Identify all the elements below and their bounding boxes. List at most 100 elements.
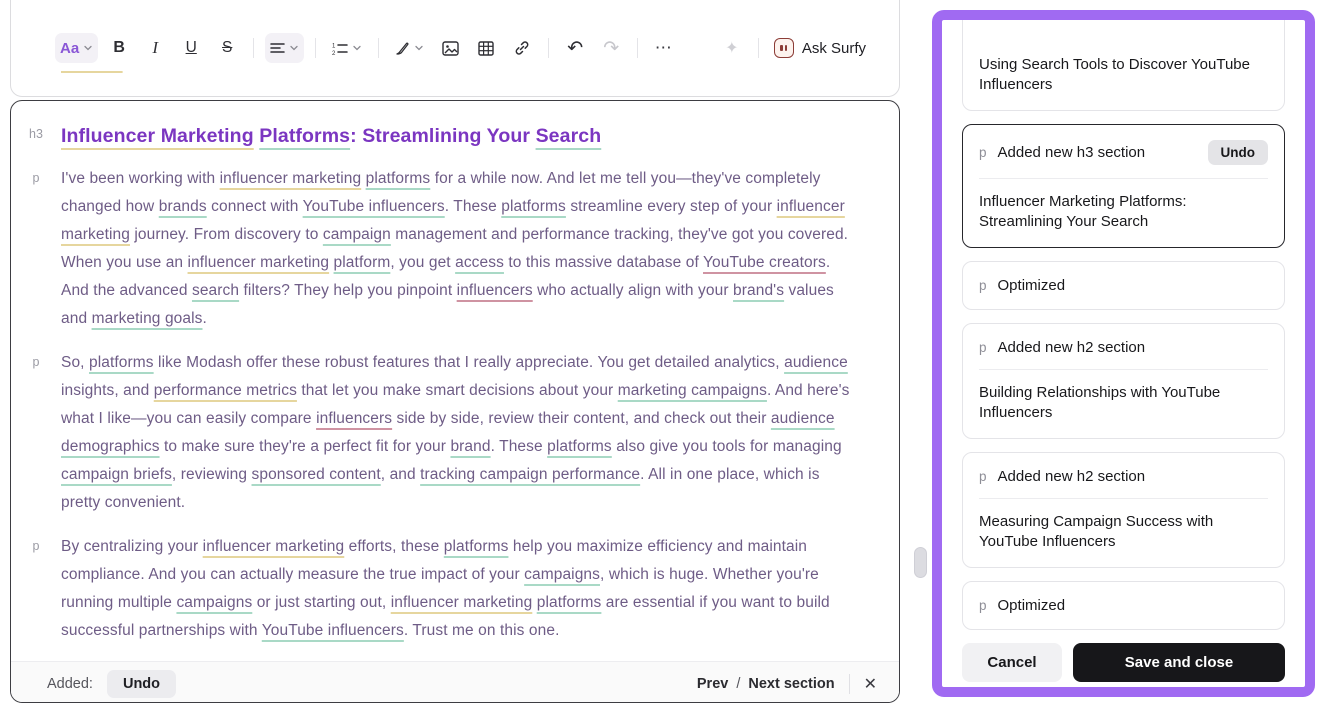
block-type-marker: p xyxy=(11,533,61,553)
editor-block-p[interactable]: pBy centralizing your influencer marketi… xyxy=(11,533,871,661)
panel-resize-handle[interactable] xyxy=(914,547,927,578)
change-card-body: Measuring Campaign Success with YouTube … xyxy=(979,512,1268,552)
change-card-selected[interactable]: pAdded new h3 sectionUndoInfluencer Mark… xyxy=(962,124,1285,248)
editor-block-p[interactable]: pI've been working with influencer marke… xyxy=(11,165,871,349)
highlight-pen-dropdown[interactable] xyxy=(390,33,429,63)
text-span: efforts, these xyxy=(344,538,444,555)
next-section-button[interactable]: Next section xyxy=(748,676,834,692)
block-type-marker: p xyxy=(979,340,987,355)
keyword-span: Platforms xyxy=(259,125,350,147)
keyword-span: YouTube influencers xyxy=(262,622,404,639)
text-style-dropdown[interactable]: Aa xyxy=(55,33,98,63)
text-span: So, xyxy=(61,354,89,371)
change-card-body: Influencer Marketing Platforms: Streamli… xyxy=(979,192,1268,232)
change-card[interactable]: p Optimized xyxy=(962,261,1285,310)
change-card-header: p Optimized xyxy=(979,597,1268,614)
italic-button[interactable]: I xyxy=(140,33,170,63)
text-span: insights, and xyxy=(61,382,154,399)
current-section-box: h3Influencer Marketing Platforms: Stream… xyxy=(10,100,900,703)
paragraph-text[interactable]: I've been working with influencer market… xyxy=(61,165,861,333)
undo-section-button[interactable]: Undo xyxy=(107,670,176,698)
ask-surfy-label: Ask Surfy xyxy=(802,40,866,57)
ask-surfy-button[interactable]: Ask Surfy xyxy=(770,38,870,58)
redo-button[interactable]: ↷ xyxy=(596,33,626,63)
keyword-span: campaigns xyxy=(524,566,600,583)
keyword-span: Influencer Marketing xyxy=(61,125,254,147)
change-description: Optimized xyxy=(998,277,1066,294)
ai-sparkle-button[interactable]: ✦ xyxy=(717,33,747,63)
text-span: , you get xyxy=(390,254,455,271)
link-icon xyxy=(514,40,530,56)
keyword-span: platforms xyxy=(501,198,566,215)
keyword-span: YouTube influencers xyxy=(303,198,445,215)
list-dropdown[interactable]: 12 xyxy=(327,33,367,63)
change-card-body: Building Relationships with YouTube Infl… xyxy=(979,383,1268,423)
keyword-span: campaign xyxy=(323,226,391,243)
block-type-marker: p xyxy=(979,598,987,613)
text-span: or just starting out, xyxy=(252,594,390,611)
alignment-dropdown[interactable] xyxy=(265,33,304,63)
keyword-span: brands xyxy=(159,198,207,215)
bold-button[interactable]: B xyxy=(104,33,134,63)
text-span: By centralizing your xyxy=(61,538,203,555)
change-card[interactable]: Using Search Tools to Discover YouTube I… xyxy=(962,20,1285,111)
paragraph-text[interactable]: So, platforms like Modash offer these ro… xyxy=(61,349,861,517)
insert-table-button[interactable] xyxy=(471,33,501,63)
keyword-span: campaign briefs xyxy=(61,466,172,483)
insert-image-button[interactable] xyxy=(435,33,465,63)
change-card[interactable]: pAdded new h2 section Measuring Campaign … xyxy=(962,452,1285,568)
change-card-header: pAdded new h3 sectionUndo xyxy=(979,140,1268,165)
block-type-marker: p xyxy=(979,278,987,293)
toolbar-divider xyxy=(315,38,316,58)
section-heading[interactable]: Influencer Marketing Platforms: Streamli… xyxy=(61,121,861,151)
change-card[interactable]: p Optimized xyxy=(962,581,1285,630)
text-span: , reviewing xyxy=(172,466,252,483)
strikethrough-button[interactable]: S xyxy=(212,33,242,63)
keyword-span: sponsored content xyxy=(252,466,381,483)
editor-block-p[interactable]: pSo, platforms like Modash offer these r… xyxy=(11,349,871,533)
keyword-span: platform xyxy=(334,254,391,271)
cancel-button[interactable]: Cancel xyxy=(962,643,1062,682)
undo-button[interactable]: ↶ xyxy=(560,33,590,63)
image-icon xyxy=(442,41,459,56)
toolbar-divider xyxy=(758,38,759,58)
toolbar-divider xyxy=(548,38,549,58)
more-options-button[interactable]: ⋯ xyxy=(649,33,679,63)
panel-actions: Cancel Save and close xyxy=(962,643,1285,682)
text-span: streamline every step of your xyxy=(566,198,777,215)
editor-block-h3[interactable]: h3Influencer Marketing Platforms: Stream… xyxy=(11,121,871,165)
text-span: . xyxy=(203,310,207,327)
undo-change-button[interactable]: Undo xyxy=(1208,140,1269,165)
underline-button[interactable]: U xyxy=(176,33,206,63)
text-span: . These xyxy=(445,198,502,215)
block-type-marker: p xyxy=(11,165,61,185)
change-card-header: pAdded new h2 section xyxy=(979,468,1268,485)
change-description: Added new h3 section xyxy=(998,144,1146,161)
keyword-span: tracking campaign performance xyxy=(420,466,640,483)
save-and-close-button[interactable]: Save and close xyxy=(1073,643,1285,682)
formatting-toolbar: Aa B I U S 12 ↶ ↷ xyxy=(55,28,870,68)
chevron-down-icon xyxy=(83,43,93,53)
prev-section-button[interactable]: Prev xyxy=(697,676,728,692)
added-label: Added: xyxy=(47,676,93,692)
change-description: Added new h2 section xyxy=(998,468,1146,485)
keyword-span: search xyxy=(192,282,239,299)
paragraph-text[interactable]: By centralizing your influencer marketin… xyxy=(61,533,861,645)
change-card[interactable]: pAdded new h2 sectionBuilding Relationsh… xyxy=(962,323,1285,439)
text-span: that let you make smart decisions about … xyxy=(297,382,618,399)
keyword-span: campaigns xyxy=(176,594,252,611)
insert-link-button[interactable] xyxy=(507,33,537,63)
card-divider xyxy=(979,369,1268,370)
text-span: to this massive database of xyxy=(504,254,703,271)
change-description: Optimized xyxy=(998,597,1066,614)
text-span: also give you tools for managing xyxy=(612,438,842,455)
footer-divider xyxy=(849,674,850,694)
keyword-span: Search xyxy=(536,125,602,147)
text-span: . These xyxy=(491,438,548,455)
svg-text:2: 2 xyxy=(332,51,336,55)
keyword-span: influencers xyxy=(457,282,533,299)
text-span: , and xyxy=(381,466,420,483)
section-review-bar: Added: Undo Prev / Next section ✕ xyxy=(11,661,899,703)
keyword-span: platforms xyxy=(537,594,602,611)
close-icon[interactable]: ✕ xyxy=(864,674,877,694)
